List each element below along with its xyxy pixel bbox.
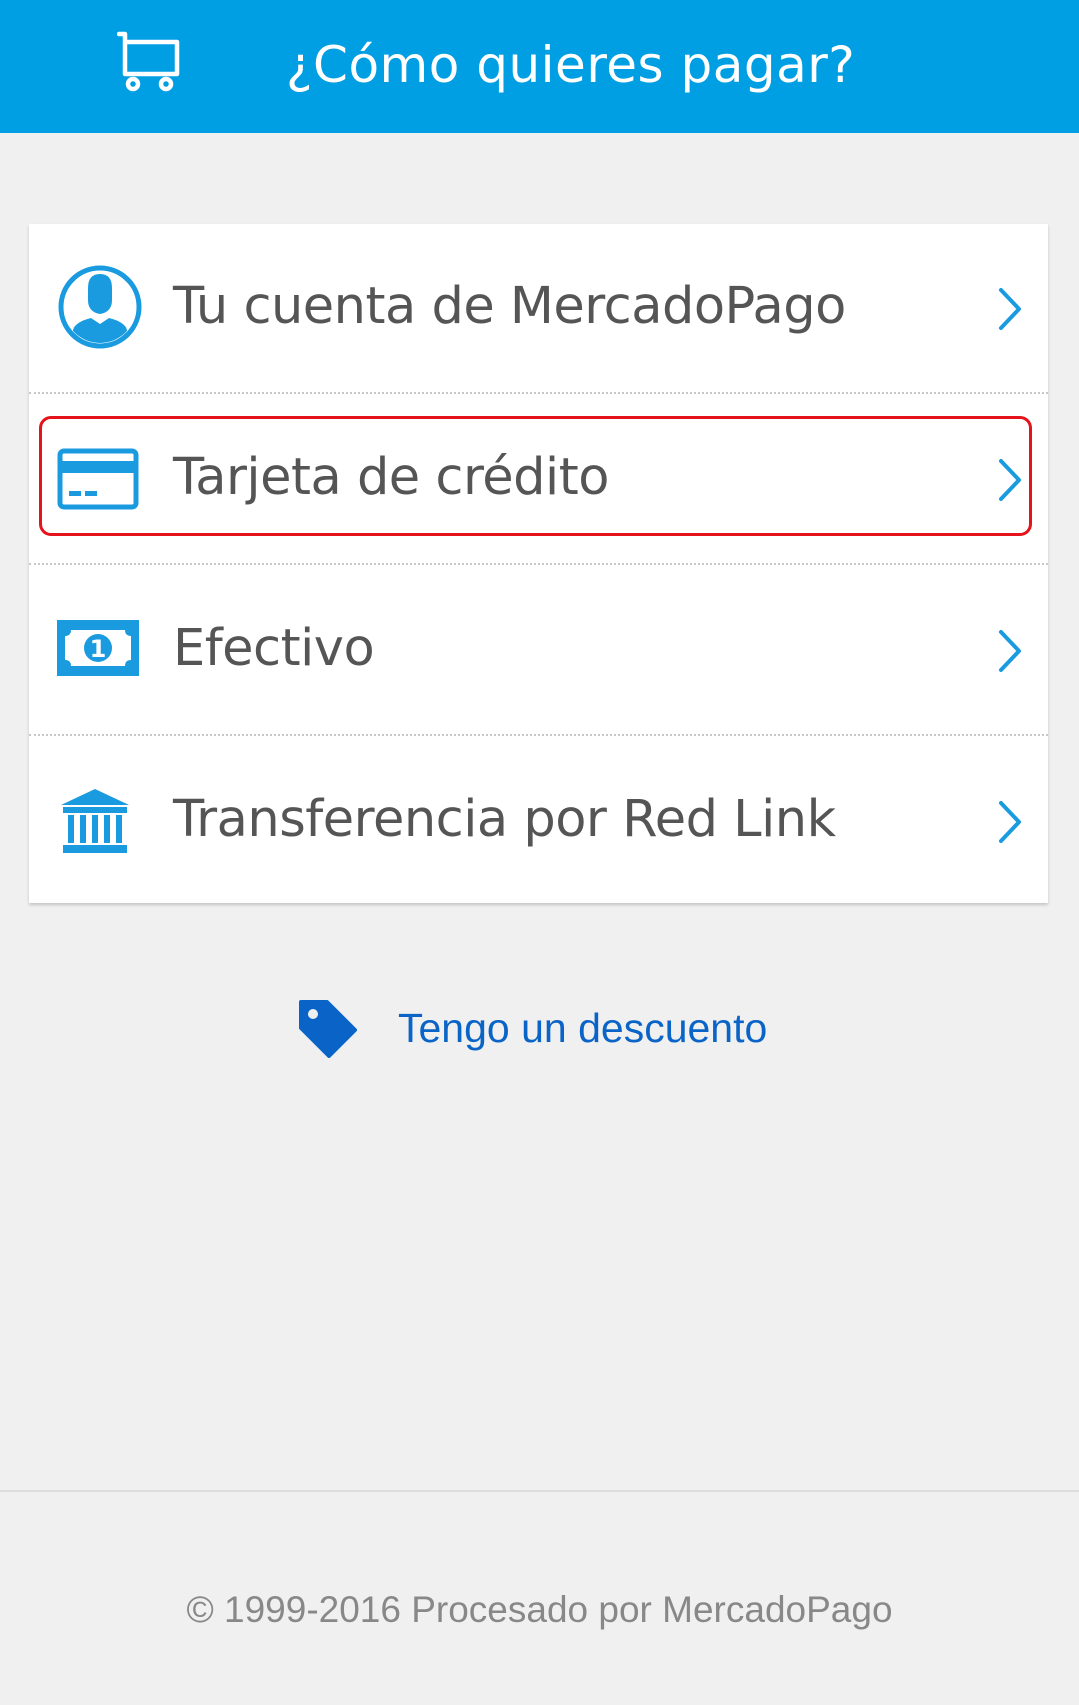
discount-label: Tengo un descuento bbox=[398, 1005, 768, 1051]
payment-option-label: Tarjeta de crédito bbox=[173, 448, 609, 507]
divider bbox=[29, 563, 1048, 565]
payment-option-cash[interactable]: 1 Efectivo bbox=[29, 566, 1048, 736]
cart-icon[interactable] bbox=[117, 30, 183, 92]
footer-copyright: © 1999-2016 Procesado por MercadoPago bbox=[186, 1589, 893, 1630]
cash-bill-icon: 1 bbox=[57, 620, 139, 676]
payment-option-credit-card[interactable]: Tarjeta de crédito bbox=[29, 395, 1048, 565]
bank-icon bbox=[61, 789, 129, 853]
footer-divider bbox=[0, 1490, 1079, 1492]
payment-option-label: Transferencia por Red Link bbox=[173, 790, 836, 849]
chevron-right-icon bbox=[999, 801, 1021, 843]
chevron-right-icon bbox=[999, 288, 1021, 330]
payment-methods-list: Tu cuenta de MercadoPago Tarjeta de créd… bbox=[29, 224, 1048, 903]
app-header: ¿Cómo quieres pagar? bbox=[0, 0, 1079, 133]
payment-option-bank-transfer[interactable]: Transferencia por Red Link bbox=[29, 737, 1048, 907]
chevron-right-icon bbox=[999, 630, 1021, 672]
divider bbox=[29, 734, 1048, 736]
tag-icon bbox=[299, 1000, 357, 1058]
payment-option-label: Tu cuenta de MercadoPago bbox=[173, 277, 846, 336]
divider bbox=[29, 392, 1048, 394]
svg-text:1: 1 bbox=[90, 635, 107, 663]
payment-option-label: Efectivo bbox=[173, 619, 375, 678]
payment-option-mercadopago-account[interactable]: Tu cuenta de MercadoPago bbox=[29, 224, 1048, 394]
page-title: ¿Cómo quieres pagar? bbox=[286, 36, 856, 94]
chevron-right-icon bbox=[999, 459, 1021, 501]
user-account-icon bbox=[58, 265, 142, 349]
credit-card-icon bbox=[57, 448, 139, 510]
